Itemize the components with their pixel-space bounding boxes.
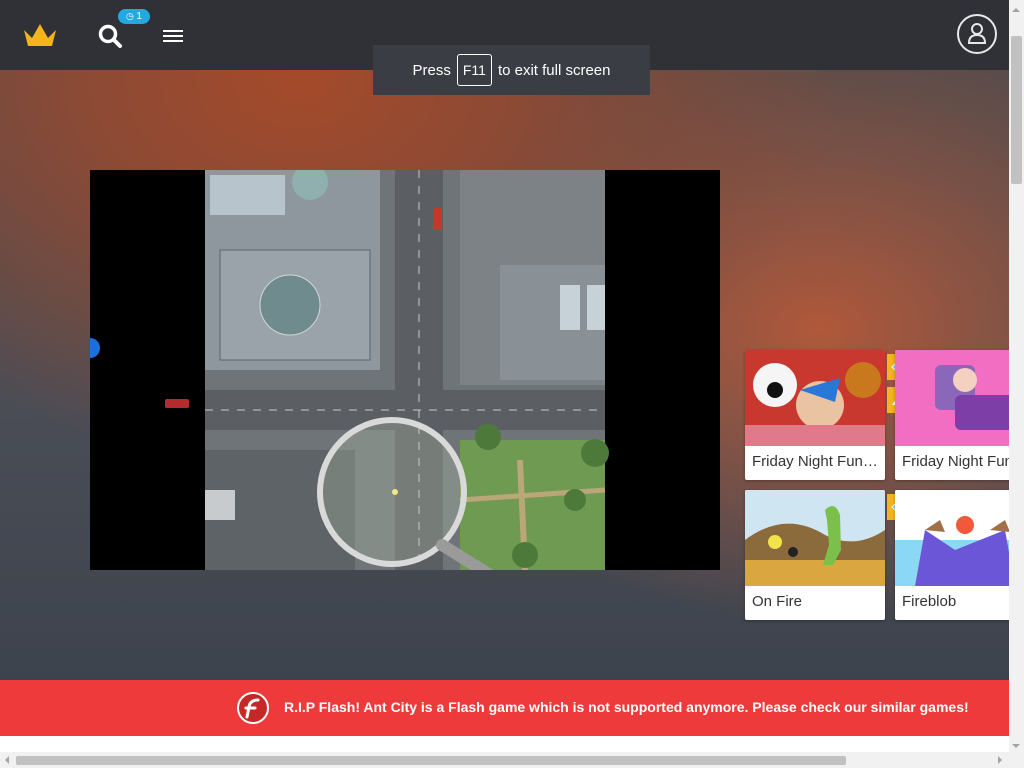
game-title: Fireblob — [902, 593, 957, 610]
search-icon[interactable] — [97, 23, 123, 49]
game-title: Friday Night Funkin' vs Cuphead — [752, 453, 880, 470]
game-thumbnail — [895, 490, 1024, 586]
game-thumbnail — [895, 350, 1024, 446]
game-card-fnf-cuphead[interactable]: Friday Night Funkin' vs Cuphead — [745, 350, 885, 480]
game-canvas[interactable] — [90, 170, 720, 570]
user-account-button[interactable] — [957, 14, 997, 54]
game-scene — [90, 170, 609, 570]
game-card-fireblob[interactable]: Fireblob — [895, 490, 1024, 620]
horizontal-scrollbar-thumb[interactable] — [16, 756, 846, 765]
banner-text: R.I.P Flash! Ant City is a Flash game wh… — [284, 699, 969, 715]
user-icon — [967, 23, 987, 44]
page-footer-area — [0, 736, 1009, 752]
f11-key: F11 — [456, 54, 492, 86]
notification-badge[interactable]: ◷ 1 — [118, 9, 150, 24]
crown-icon[interactable] — [22, 20, 58, 50]
game-thumbnail — [745, 490, 885, 586]
game-card-fnf[interactable]: Friday Night Funkin' — [895, 350, 1024, 480]
scroll-down-arrow-icon[interactable] — [1012, 744, 1020, 752]
scroll-right-arrow-icon[interactable] — [998, 756, 1006, 764]
game-card-on-fire[interactable]: On Fire — [745, 490, 885, 620]
notification-count: 1 — [136, 11, 142, 22]
scroll-up-arrow-icon[interactable] — [1012, 4, 1020, 12]
hamburger-icon[interactable] — [163, 27, 183, 45]
game-title: Friday Night Funkin' — [902, 453, 1024, 470]
game-thumbnail — [745, 350, 885, 446]
scroll-left-arrow-icon[interactable] — [1, 756, 9, 764]
tip-text-after: to exit full screen — [497, 61, 611, 79]
flash-icon — [237, 692, 269, 724]
flash-deprecation-banner: R.I.P Flash! Ant City is a Flash game wh… — [0, 680, 1009, 736]
clock-icon: ◷ — [126, 11, 137, 21]
tip-text-before: Press — [412, 61, 451, 79]
vertical-scrollbar-thumb[interactable] — [1011, 36, 1022, 184]
game-title: On Fire — [752, 593, 803, 610]
fullscreen-exit-tip: Press F11 to exit full screen — [373, 45, 650, 95]
